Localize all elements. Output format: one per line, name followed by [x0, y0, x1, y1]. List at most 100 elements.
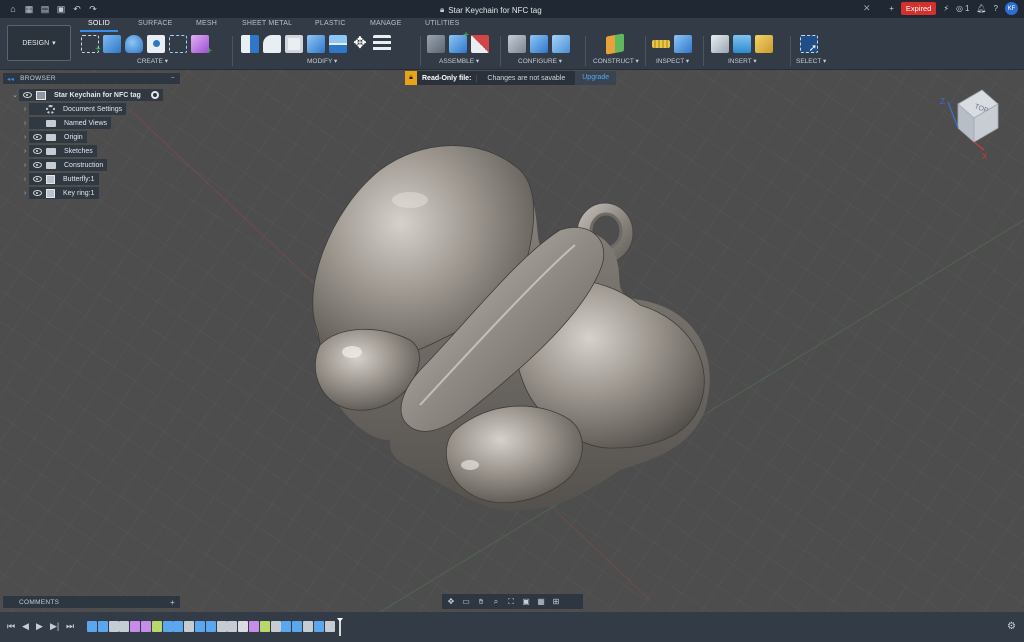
tab-utilities[interactable]: UTILITIES	[425, 20, 459, 27]
timeline-feature-icon[interactable]	[141, 621, 151, 632]
chevron-right-icon[interactable]: ›	[21, 176, 29, 183]
activate-target-icon[interactable]	[150, 91, 159, 99]
save-icon[interactable]: ▣	[56, 4, 66, 14]
configure-menu[interactable]: CONFIGURE ▾	[518, 57, 562, 65]
visibility-icon[interactable]	[33, 134, 42, 140]
visibility-icon[interactable]	[33, 148, 42, 154]
timeline-feature-icon[interactable]	[130, 621, 141, 632]
zoom-icon[interactable]: ⌕	[491, 597, 501, 607]
assemble-menu[interactable]: ASSEMBLE ▾	[439, 57, 479, 65]
chevron-right-icon[interactable]: ›	[21, 106, 29, 113]
timeline-feature-icon[interactable]	[216, 621, 227, 632]
configure-table-icon[interactable]	[530, 35, 548, 53]
view-cube[interactable]: TOP Z X	[936, 84, 1002, 160]
pan-icon[interactable]: ✋︎	[476, 597, 486, 607]
avatar[interactable]: KF	[1005, 2, 1018, 15]
visibility-icon[interactable]	[33, 162, 42, 168]
tab-surface[interactable]: SURFACE	[138, 20, 172, 27]
chevron-right-icon[interactable]: ›	[21, 120, 29, 127]
combine-icon[interactable]	[307, 35, 325, 53]
create-sketch-icon[interactable]: +	[81, 35, 101, 55]
timeline-feature-icon[interactable]	[173, 621, 184, 632]
timeline-feature-icon[interactable]	[205, 621, 216, 632]
browser-item[interactable]: › Construction	[3, 158, 180, 172]
go-to-start-icon[interactable]: ⏮︎	[7, 621, 15, 632]
browser-header[interactable]: ◂◂ BROWSER −	[3, 73, 180, 84]
move-copy-icon[interactable]: ✥	[351, 35, 369, 53]
document-tab[interactable]: 🔒︎ Star Keychain for NFC tag	[440, 2, 542, 18]
timeline-feature-icon[interactable]	[303, 621, 313, 632]
chevron-right-icon[interactable]: ›	[21, 134, 29, 141]
chevron-right-icon[interactable]: ›	[21, 162, 29, 169]
visibility-icon[interactable]	[33, 176, 42, 182]
timeline-feature-icon[interactable]	[313, 621, 324, 632]
file-menu-icon[interactable]: ▤	[40, 4, 50, 14]
rectangular-pattern-icon[interactable]	[169, 35, 187, 53]
select-menu[interactable]: SELECT ▾	[796, 57, 826, 65]
add-comment-icon[interactable]: +	[170, 598, 175, 607]
revolve-icon[interactable]	[125, 35, 143, 53]
timeline-feature-icon[interactable]	[238, 621, 249, 632]
tab-mesh[interactable]: MESH	[196, 20, 217, 27]
timeline-feature-icon[interactable]	[270, 621, 281, 632]
timeline-feature-icon[interactable]	[324, 621, 335, 632]
insert-mcmaster-icon[interactable]	[755, 35, 773, 53]
section-analysis-icon[interactable]	[674, 35, 692, 53]
configure-design-icon[interactable]	[508, 35, 526, 53]
offset-plane-icon[interactable]	[606, 33, 624, 55]
chevron-down-icon[interactable]: ⌄	[11, 91, 19, 99]
press-pull-icon[interactable]	[241, 35, 259, 53]
notifications-icon[interactable]: 🔔︎	[976, 4, 986, 13]
timeline-feature-icon[interactable]	[97, 621, 108, 632]
browser-item[interactable]: › Key ring:1	[3, 186, 180, 200]
tab-manage[interactable]: MANAGE	[370, 20, 402, 27]
comments-panel[interactable]: COMMENTS +	[3, 596, 180, 608]
grid-settings-icon[interactable]: ▦	[536, 597, 546, 607]
timeline-feature-icon[interactable]	[108, 621, 119, 632]
as-built-joint-icon[interactable]	[471, 35, 489, 53]
split-body-icon[interactable]	[329, 35, 347, 53]
step-back-icon[interactable]: ◀	[22, 621, 29, 632]
help-icon[interactable]: ?	[994, 4, 998, 13]
undo-icon[interactable]: ↶	[72, 4, 82, 14]
home-icon[interactable]: ⌂	[8, 4, 18, 14]
timeline-feature-icon[interactable]	[259, 621, 270, 632]
job-status[interactable]: ◎ 1	[956, 4, 969, 13]
hole-icon[interactable]	[147, 35, 165, 53]
visibility-icon[interactable]	[33, 190, 42, 196]
browser-item[interactable]: › Named Views	[3, 116, 180, 130]
timeline-feature-icon[interactable]	[151, 621, 162, 632]
tab-plastic[interactable]: PLASTIC	[315, 20, 346, 27]
collapse-panel-icon[interactable]: ◂◂	[7, 75, 14, 83]
timeline-feature-icon[interactable]	[162, 621, 173, 632]
play-icon[interactable]: ▶	[36, 621, 43, 632]
browser-item[interactable]: › Origin	[3, 130, 180, 144]
browser-item[interactable]: › Sketches	[3, 144, 180, 158]
apps-grid-icon[interactable]: ▦	[24, 4, 34, 14]
timeline-feature-icon[interactable]	[249, 621, 259, 632]
go-to-end-icon[interactable]: ⏭︎	[66, 621, 74, 632]
tab-solid[interactable]: SOLID	[88, 20, 110, 27]
measure-icon[interactable]	[652, 40, 670, 48]
expired-badge[interactable]: Expired	[900, 2, 937, 15]
fillet-icon[interactable]	[263, 35, 281, 53]
modify-menu[interactable]: MODIFY ▾	[307, 57, 337, 65]
timeline-settings-icon[interactable]: ⚙	[1007, 621, 1016, 632]
visibility-icon[interactable]	[23, 92, 32, 98]
shell-icon[interactable]	[285, 35, 303, 53]
extensions-icon[interactable]: ⚡︎	[943, 4, 949, 13]
display-settings-icon[interactable]: ▣	[521, 597, 531, 607]
close-tab-icon[interactable]: ✕	[863, 3, 871, 14]
orbit-icon[interactable]: ✥	[446, 597, 456, 607]
viewports-icon[interactable]: ⊞	[551, 597, 561, 607]
minimize-icon[interactable]: −	[171, 75, 175, 82]
browser-item[interactable]: › Butterfly:1	[3, 172, 180, 186]
timeline-feature-icon[interactable]	[195, 621, 205, 632]
new-component-icon[interactable]	[427, 35, 445, 53]
tree-root[interactable]: ⌄ Star Keychain for NFC tag	[3, 88, 180, 102]
extrude-icon[interactable]	[103, 35, 121, 53]
joint-icon[interactable]: +	[449, 30, 469, 53]
construct-menu[interactable]: CONSTRUCT ▾	[593, 57, 639, 65]
create-menu[interactable]: CREATE ▾	[137, 57, 168, 65]
insert-menu[interactable]: INSERT ▾	[728, 57, 757, 65]
